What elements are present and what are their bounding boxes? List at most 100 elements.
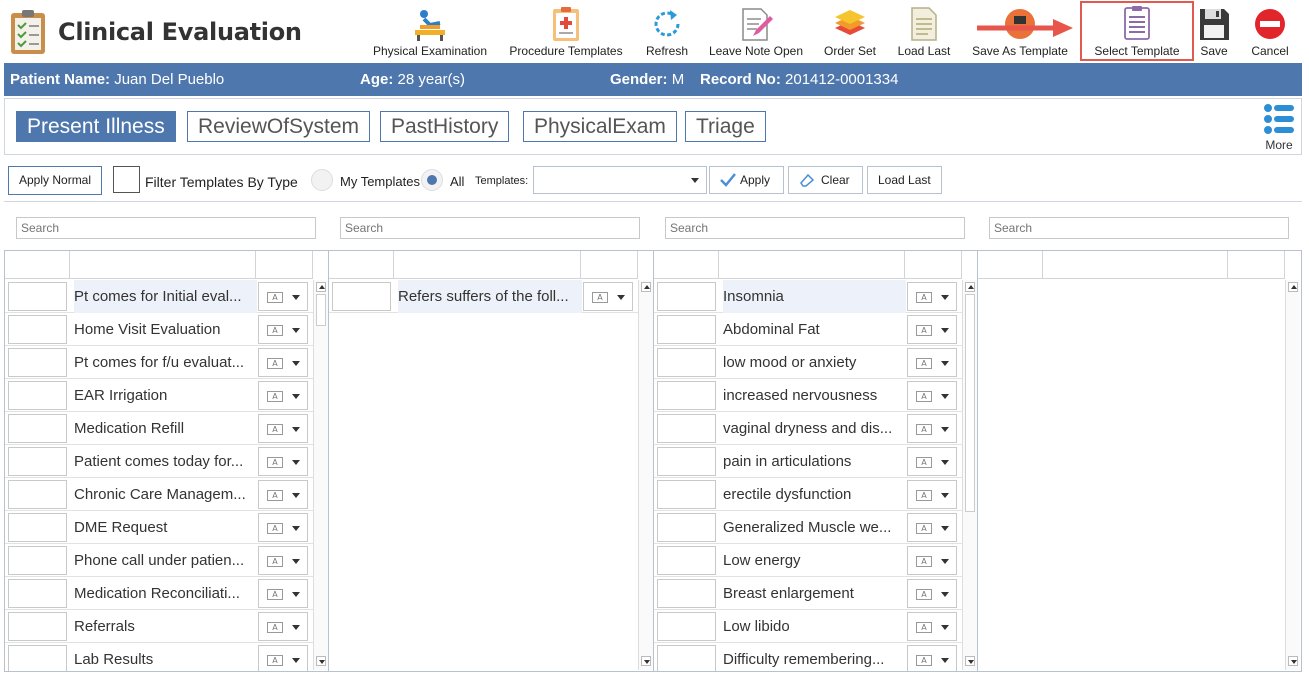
scroll-up-icon[interactable] [316,282,326,292]
text-format-dropdown[interactable]: A [907,546,957,575]
template-name[interactable]: Lab Results [74,643,257,671]
clear-button[interactable]: Clear [788,166,863,194]
vertical-scrollbar[interactable] [962,280,977,670]
template-name[interactable]: EAR Irrigation [74,379,257,412]
text-format-dropdown[interactable]: A [258,348,308,377]
template-name[interactable]: Medication Reconciliati... [74,577,257,610]
text-format-dropdown[interactable]: A [907,414,957,443]
apply-button[interactable]: Apply [709,166,784,194]
text-format-dropdown[interactable]: A [258,546,308,575]
template-name[interactable]: Generalized Muscle we... [723,511,906,544]
apply-normal-button[interactable]: Apply Normal [8,166,103,195]
order-set-button[interactable]: Order Set [820,4,880,60]
text-format-dropdown[interactable]: A [258,612,308,641]
load-last-toolbar-button[interactable]: Load Last [894,4,954,60]
filter-by-type-checkbox[interactable] [113,166,140,193]
row-select-box[interactable] [8,546,67,575]
template-row[interactable]: Home Visit Evaluation A [5,313,313,346]
all-radio[interactable] [421,169,443,191]
template-row[interactable]: Patient comes today for... A [5,445,313,478]
template-name[interactable]: low mood or anxiety [723,346,906,379]
row-select-box[interactable] [657,381,716,410]
tab-triage[interactable]: Triage [685,111,766,142]
text-format-dropdown[interactable]: A [258,480,308,509]
template-name[interactable]: Low libido [723,610,906,643]
template-name[interactable]: Patient comes today for... [74,445,257,478]
row-select-box[interactable] [8,282,67,311]
search-input-column-4[interactable] [989,217,1289,239]
more-button[interactable]: More [1259,103,1299,152]
template-name[interactable]: increased nervousness [723,379,906,412]
template-name[interactable]: Referrals [74,610,257,643]
text-format-dropdown[interactable]: A [907,381,957,410]
template-name[interactable]: Abdominal Fat [723,313,906,346]
row-select-box[interactable] [8,480,67,509]
template-row[interactable]: Generalized Muscle we... A [654,511,962,544]
template-name[interactable]: pain in articulations [723,445,906,478]
select-template-button[interactable]: Select Template [1080,1,1194,61]
scroll-down-icon[interactable] [965,656,975,666]
text-format-dropdown[interactable]: A [907,645,957,671]
template-row[interactable]: Pt comes for Initial eval... A [5,280,313,313]
scroll-up-icon[interactable] [1288,282,1298,292]
row-select-box[interactable] [8,513,67,542]
save-button[interactable]: Save [1196,4,1232,60]
text-format-dropdown[interactable]: A [258,513,308,542]
cancel-button[interactable]: Cancel [1246,4,1294,60]
physical-examination-button[interactable]: Physical Examination [370,4,490,60]
text-format-dropdown[interactable]: A [907,612,957,641]
vertical-scrollbar[interactable] [1285,280,1300,670]
row-select-box[interactable] [8,414,67,443]
template-row[interactable]: Refers suffers of the foll... A [329,280,638,313]
template-row[interactable]: increased nervousness A [654,379,962,412]
template-name[interactable]: Home Visit Evaluation [74,313,257,346]
template-name[interactable]: Breast enlargement [723,577,906,610]
template-name[interactable]: Pt comes for Initial eval... [74,280,257,313]
template-name[interactable]: Pt comes for f/u evaluat... [74,346,257,379]
row-select-box[interactable] [657,315,716,344]
row-select-box[interactable] [657,414,716,443]
row-select-box[interactable] [8,447,67,476]
template-row[interactable]: Insomnia A [654,280,962,313]
template-row[interactable]: Difficulty remembering... A [654,643,962,671]
scroll-down-icon[interactable] [316,656,326,666]
template-row[interactable]: vaginal dryness and dis... A [654,412,962,445]
template-name[interactable]: Phone call under patien... [74,544,257,577]
scroll-down-icon[interactable] [1288,656,1298,666]
scroll-up-icon[interactable] [965,282,975,292]
template-row[interactable]: pain in articulations A [654,445,962,478]
row-select-box[interactable] [332,282,391,311]
leave-note-open-button[interactable]: Leave Note Open [705,4,807,60]
text-format-dropdown[interactable]: A [258,315,308,344]
template-row[interactable]: erectile dysfunction A [654,478,962,511]
tab-review-of-system[interactable]: ReviewOfSystem [187,111,371,142]
row-select-box[interactable] [657,348,716,377]
template-row[interactable]: Low libido A [654,610,962,643]
row-select-box[interactable] [8,612,67,641]
template-row[interactable]: DME Request A [5,511,313,544]
template-name[interactable]: Refers suffers of the foll... [398,280,582,313]
row-select-box[interactable] [657,612,716,641]
vertical-scrollbar[interactable] [638,280,653,670]
text-format-dropdown[interactable]: A [258,282,308,311]
row-select-box[interactable] [657,447,716,476]
scroll-down-icon[interactable] [641,656,651,666]
text-format-dropdown[interactable]: A [907,282,957,311]
template-row[interactable]: Phone call under patien... A [5,544,313,577]
search-input-column-3[interactable] [665,217,965,239]
text-format-dropdown[interactable]: A [907,315,957,344]
text-format-dropdown[interactable]: A [258,414,308,443]
template-name[interactable]: DME Request [74,511,257,544]
row-select-box[interactable] [657,579,716,608]
template-row[interactable]: Pt comes for f/u evaluat... A [5,346,313,379]
procedure-templates-button[interactable]: Procedure Templates [506,4,626,60]
template-name[interactable]: Insomnia [723,280,906,313]
template-name[interactable]: erectile dysfunction [723,478,906,511]
row-select-box[interactable] [8,645,67,671]
row-select-box[interactable] [8,579,67,608]
vertical-scrollbar[interactable] [313,280,328,670]
template-row[interactable]: Medication Reconciliati... A [5,577,313,610]
text-format-dropdown[interactable]: A [583,282,633,311]
template-name[interactable]: vaginal dryness and dis... [723,412,906,445]
tab-present-illness[interactable]: Present Illness [16,111,176,142]
